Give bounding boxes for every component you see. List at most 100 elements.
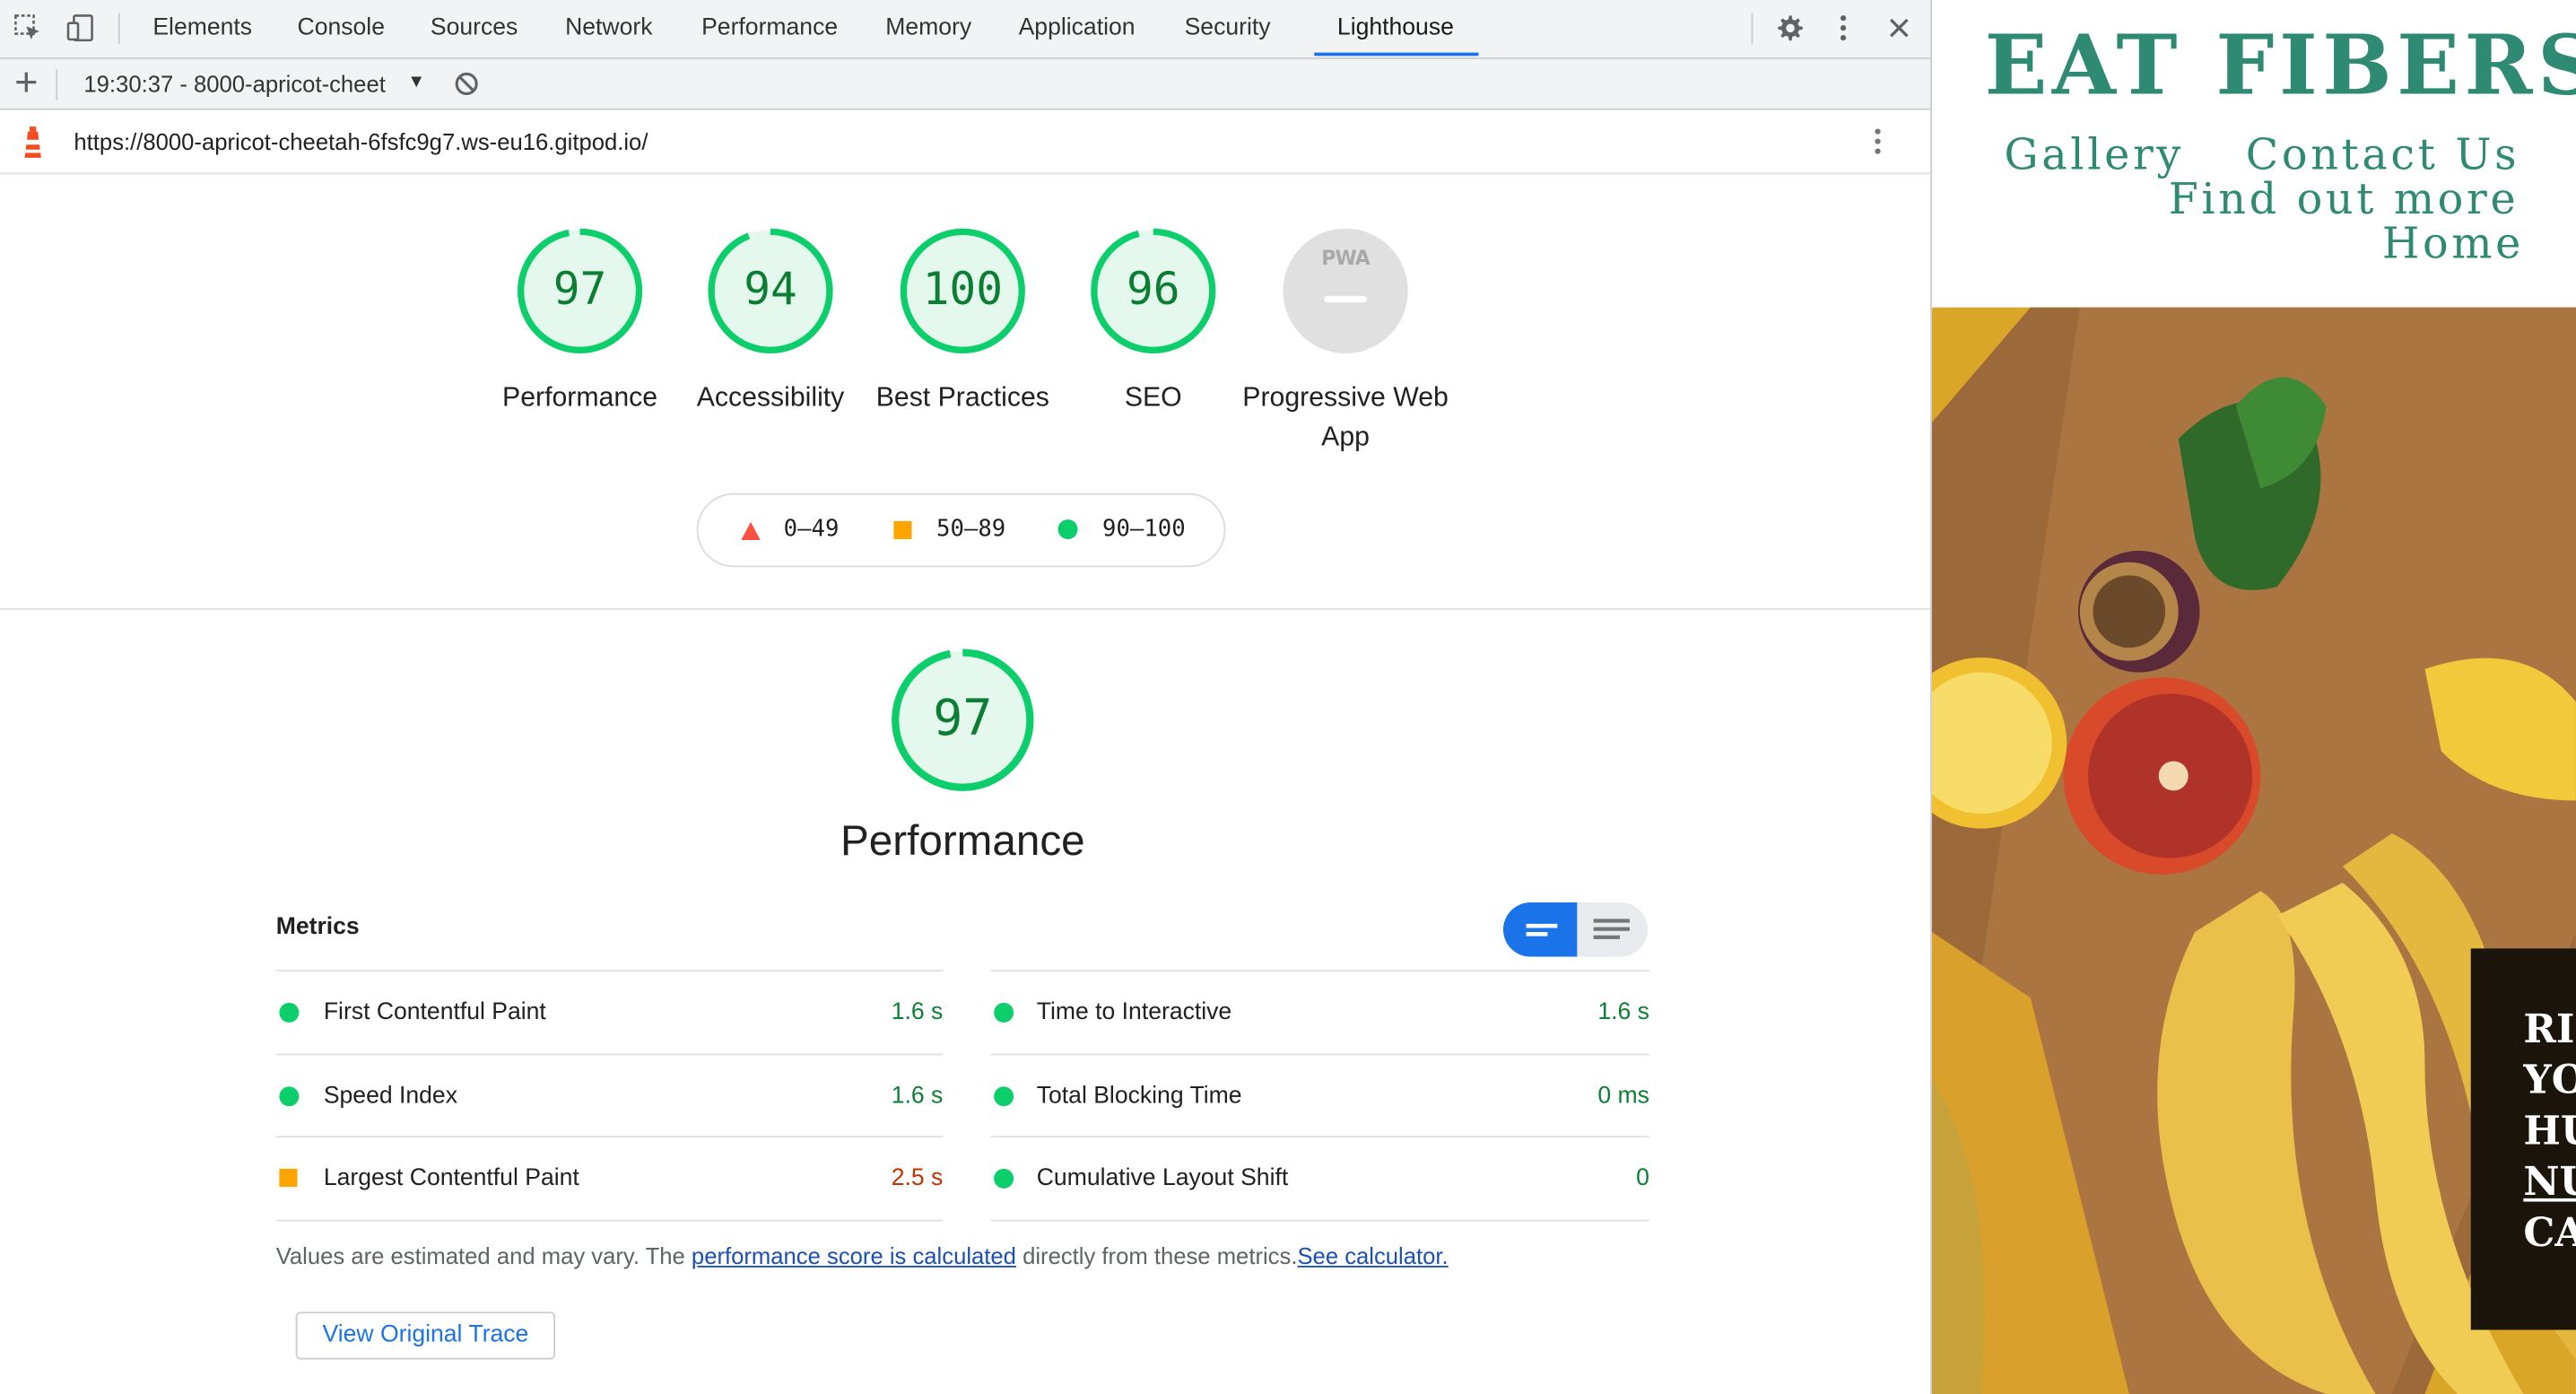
website-preview: EAT FIBERS Gallery Contact Us Find out m…	[1931, 0, 2576, 1394]
expanded-view-button[interactable]	[1577, 902, 1648, 956]
metric-row[interactable]: Total Blocking Time 0 ms	[990, 1053, 1649, 1137]
gauge-score: 100	[922, 265, 1003, 316]
metric-row[interactable]: Time to Interactive 1.6 s	[990, 970, 1649, 1053]
compact-view-button[interactable]	[1502, 902, 1578, 957]
seo-gauge[interactable]: 96	[1089, 227, 1217, 355]
tab-sources[interactable]: Sources	[431, 0, 518, 57]
tab-console[interactable]: Console	[298, 0, 385, 57]
metric-name: First Contentful Paint	[323, 999, 546, 1026]
close-icon[interactable]	[1881, 10, 1917, 46]
pwa-gauge[interactable]: PWA	[1282, 227, 1410, 355]
note-text: Values are estimated and may vary. The	[275, 1242, 685, 1269]
see-calculator-link[interactable]: See calculator.	[1297, 1242, 1448, 1268]
nav-find-out-more[interactable]: Find out more	[2169, 176, 2519, 225]
metrics-view-toggle[interactable]	[1502, 902, 1649, 957]
nav-contact-us[interactable]: Contact Us	[2246, 132, 2519, 181]
tab-network[interactable]: Network	[565, 0, 652, 57]
screen: Elements Console Sources Network Perform…	[0, 0, 2576, 1394]
tab-security[interactable]: Security	[1185, 0, 1271, 57]
clear-block-icon[interactable]	[448, 65, 484, 101]
pass-circle-icon	[1057, 519, 1078, 540]
metric-name: Speed Index	[323, 1083, 457, 1110]
performance-category-gauge: 97	[891, 648, 1035, 792]
new-report-plus-icon[interactable]	[8, 64, 44, 100]
metric-name: Time to Interactive	[1036, 999, 1232, 1026]
score-scale-legend: 0–49 50–89 90–100	[696, 492, 1226, 568]
devtools-tabbar: Elements Console Sources Network Perform…	[0, 0, 1931, 59]
metric-value: 2.5 s	[891, 1165, 944, 1192]
score-calculated-link[interactable]: performance score is calculated	[692, 1242, 1016, 1268]
metric-value: 0 ms	[1597, 1083, 1649, 1110]
metric-row[interactable]: Speed Index 1.6 s	[275, 1053, 944, 1137]
inspect-element-icon[interactable]	[10, 10, 46, 46]
tab-performance[interactable]: Performance	[701, 0, 838, 57]
active-tab-indicator	[1314, 52, 1479, 57]
metric-name: Largest Contentful Paint	[323, 1165, 579, 1192]
more-options-icon[interactable]	[1825, 10, 1861, 46]
estimate-note: Values are estimated and may vary. The p…	[276, 1242, 1449, 1268]
report-url-bar: https://8000-apricot-cheetah-6fsfc9g7.ws…	[0, 109, 1931, 175]
metric-value: 1.6 s	[891, 1083, 944, 1110]
toolbar-divider	[56, 68, 58, 100]
hero-text-line: YO	[2523, 1055, 2576, 1103]
toolbar-divider	[117, 13, 120, 45]
hero-text-line: HU	[2523, 1106, 2576, 1154]
expanded-view-icon	[1593, 919, 1630, 939]
metric-value: 0	[1636, 1165, 1649, 1192]
gauge-score: 97	[553, 265, 607, 316]
tab-memory[interactable]: Memory	[885, 0, 971, 57]
gauge-label: Progressive Web App	[1242, 382, 1449, 452]
legend-pass-range: 90–100	[1102, 516, 1186, 543]
average-square-icon	[893, 520, 912, 540]
chevron-down-icon[interactable]: ▼	[407, 59, 425, 109]
toolbar-divider	[1751, 13, 1754, 45]
pass-status-icon	[994, 1086, 1014, 1107]
tab-lighthouse[interactable]: Lighthouse	[1337, 0, 1454, 57]
hero-image: RI YO HU NU CA	[1931, 307, 2576, 1394]
settings-gear-icon[interactable]	[1771, 10, 1806, 46]
gauge-label: Performance	[502, 382, 658, 413]
tab-elements[interactable]: Elements	[152, 0, 252, 57]
performance-gauge[interactable]: 97	[516, 227, 644, 355]
view-original-trace-button[interactable]: View Original Trace	[295, 1311, 556, 1360]
report-url[interactable]: https://8000-apricot-cheetah-6fsfc9g7.ws…	[74, 110, 648, 173]
metric-name: Cumulative Layout Shift	[1036, 1165, 1289, 1192]
hero-text-box: RI YO HU NU CA	[2470, 948, 2576, 1330]
lighthouse-report-toolbar: 19:30:37 - 8000-apricot-cheet ▼	[0, 58, 1931, 110]
gauge-score: 96	[1126, 265, 1180, 316]
best-practices-gauge[interactable]: 100	[899, 227, 1027, 355]
section-divider	[0, 608, 1931, 610]
gauge-score: 97	[933, 690, 993, 748]
gauge-label: Accessibility	[696, 382, 845, 413]
device-toolbar-icon[interactable]	[63, 10, 99, 46]
nav-gallery[interactable]: Gallery	[2005, 132, 2184, 181]
report-selector[interactable]: 19:30:37 - 8000-apricot-cheet	[83, 59, 400, 109]
gauge-label: SEO	[1124, 382, 1182, 413]
accessibility-gauge[interactable]: 94	[707, 227, 835, 355]
legend-average-range: 50–89	[936, 516, 1006, 543]
hero-text-line: NU	[2523, 1157, 2576, 1206]
hero-text-line: RI	[2523, 1004, 2575, 1052]
pass-status-icon	[279, 1086, 300, 1107]
site-logo[interactable]: EAT FIBERS	[1985, 16, 2576, 113]
hero-text-line: CA	[2523, 1207, 2576, 1257]
pass-status-icon	[994, 1002, 1014, 1023]
category-title: Performance	[840, 815, 1085, 865]
pwa-badge-text: PWA	[1321, 246, 1371, 270]
report-menu-icon[interactable]	[1873, 126, 1883, 164]
nav-home[interactable]: Home	[2382, 221, 2524, 270]
metric-value: 1.6 s	[1597, 999, 1649, 1026]
lighthouse-logo-icon	[20, 125, 46, 169]
tab-application[interactable]: Application	[1019, 0, 1136, 57]
metric-row[interactable]: Largest Contentful Paint 2.5 s	[275, 1136, 944, 1222]
metric-row[interactable]: Cumulative Layout Shift 0	[990, 1136, 1649, 1222]
pass-status-icon	[994, 1168, 1014, 1189]
metrics-heading: Metrics	[275, 913, 360, 941]
compact-view-icon	[1526, 923, 1558, 937]
metric-row[interactable]: First Contentful Paint 1.6 s	[275, 970, 944, 1053]
metric-value: 1.6 s	[891, 999, 944, 1026]
metric-name: Total Blocking Time	[1036, 1083, 1242, 1110]
average-status-icon	[279, 1168, 298, 1188]
note-text: directly from these metrics.	[1023, 1242, 1298, 1269]
devtools-panel: Elements Console Sources Network Perform…	[0, 0, 1932, 1394]
